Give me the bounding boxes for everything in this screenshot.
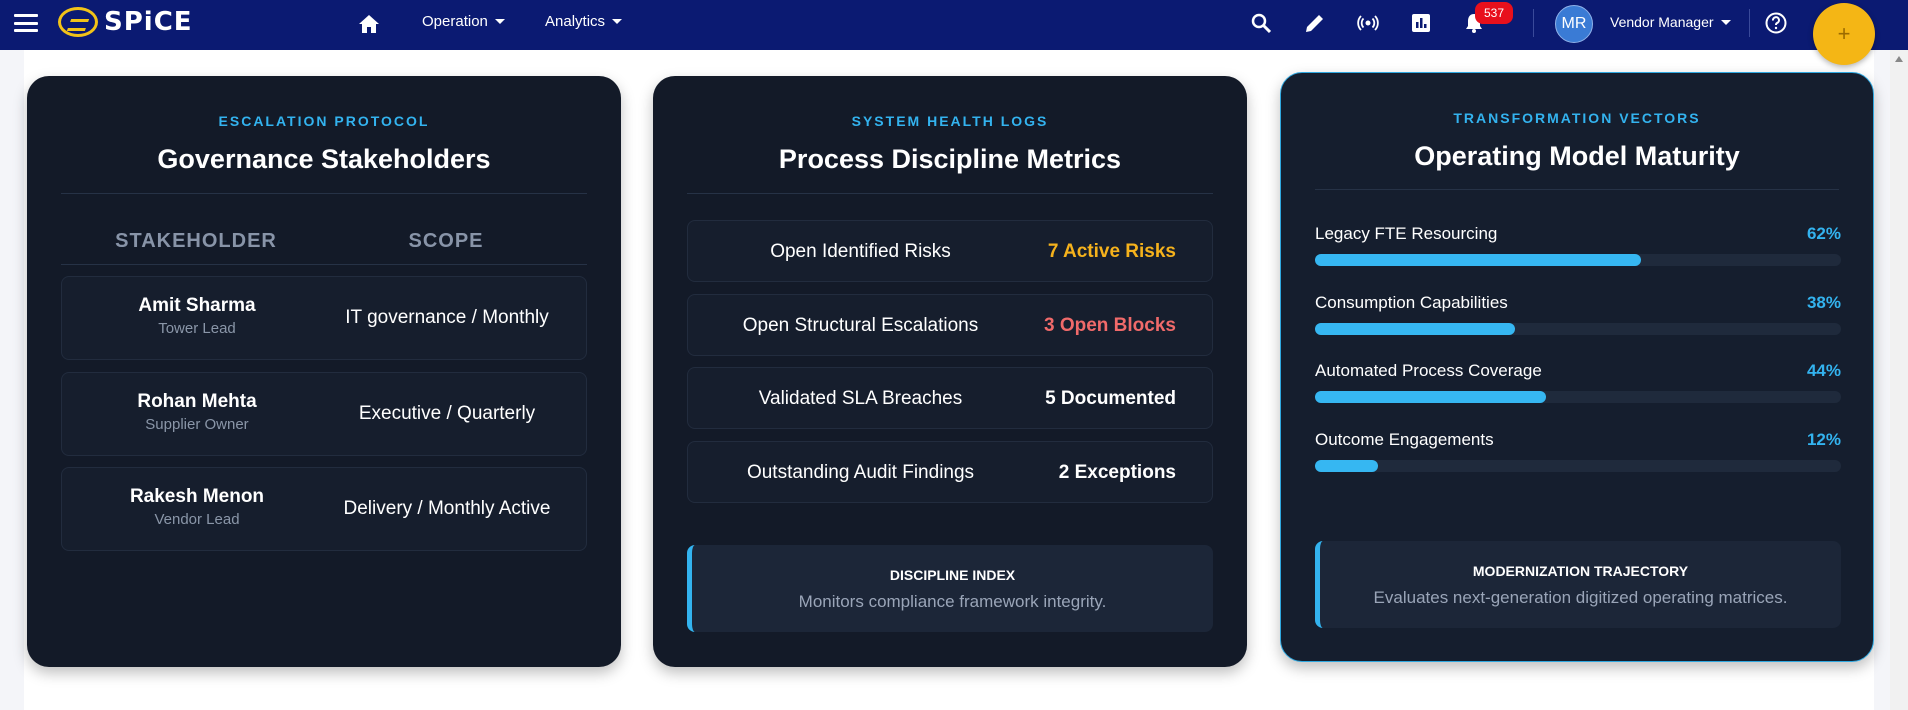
search-icon[interactable]	[1249, 11, 1273, 35]
progress-track	[1315, 323, 1841, 335]
maturity-card: TRANSFORMATION VECTORS Operating Model M…	[1280, 72, 1874, 662]
help-icon[interactable]	[1764, 11, 1788, 35]
menu-icon[interactable]	[14, 14, 38, 32]
progress-label: Outcome Engagements	[1315, 430, 1494, 449]
progress-track	[1315, 254, 1841, 266]
avatar[interactable]: MR	[1555, 5, 1593, 43]
home-icon[interactable]	[357, 13, 381, 35]
table-row: Rakesh Menon Vendor Lead Delivery / Mont…	[61, 467, 587, 551]
progress-fill	[1315, 323, 1515, 335]
metric-row: Validated SLA Breaches 5 Documented	[687, 367, 1213, 429]
progress-fill	[1315, 391, 1547, 403]
card-eyebrow: SYSTEM HEALTH LOGS	[851, 113, 1049, 129]
progress-track	[1315, 391, 1841, 403]
nav-analytics-label: Analytics	[545, 13, 606, 30]
divider	[1749, 9, 1750, 37]
divider	[687, 193, 1213, 194]
add-button[interactable]: +	[1813, 3, 1875, 65]
app-logo[interactable]: SPiCE	[58, 7, 193, 37]
info-title: MODERNIZATION TRAJECTORY	[1472, 563, 1689, 579]
progress-track	[1315, 460, 1841, 472]
chevron-down-icon	[612, 19, 623, 24]
metric-label: Validated SLA Breaches	[758, 388, 963, 409]
info-title: DISCIPLINE INDEX	[889, 567, 1016, 583]
stakeholder-scope: Delivery / Monthly Active	[343, 498, 551, 519]
pencil-icon[interactable]	[1303, 11, 1327, 35]
stakeholder-scope: Executive / Quarterly	[358, 403, 536, 424]
stakeholders-card: ESCALATION PROTOCOL Governance Stakehold…	[27, 76, 621, 667]
top-navbar: SPiCE Operation Analytics 537 MR Vendor …	[0, 0, 1908, 50]
progress-label: Automated Process Coverage	[1315, 361, 1542, 380]
progress-fill	[1315, 254, 1642, 266]
user-menu[interactable]: Vendor Manager	[1610, 14, 1731, 30]
metric-value: 3 Open Blocks	[1044, 315, 1176, 336]
divider	[61, 264, 587, 265]
metric-row: Open Structural Escalations 3 Open Block…	[687, 294, 1213, 356]
progress-item: Automated Process Coverage 44%	[1315, 361, 1841, 417]
divider	[1315, 189, 1839, 190]
metric-label: Outstanding Audit Findings	[746, 462, 975, 483]
divider	[1533, 9, 1534, 37]
progress-item: Legacy FTE Resourcing 62%	[1315, 224, 1841, 280]
card-title: Process Discipline Metrics	[778, 144, 1122, 174]
card-eyebrow: ESCALATION PROTOCOL	[218, 113, 430, 129]
progress-percent: 44%	[1806, 361, 1841, 380]
column-header-scope: SCOPE	[408, 230, 484, 252]
modernization-trajectory-box: MODERNIZATION TRAJECTORY Evaluates next-…	[1315, 541, 1841, 628]
metric-row: Open Identified Risks 7 Active Risks	[687, 220, 1213, 282]
stakeholder-name: Rakesh Menon	[129, 486, 265, 507]
table-row: Rohan Mehta Supplier Owner Executive / Q…	[61, 372, 587, 456]
user-role-label: Vendor Manager	[1610, 14, 1714, 30]
info-text: Monitors compliance framework integrity.	[798, 592, 1107, 611]
progress-percent: 12%	[1806, 430, 1841, 449]
discipline-index-box: DISCIPLINE INDEX Monitors compliance fra…	[687, 545, 1213, 632]
report-icon[interactable]	[1409, 11, 1433, 35]
progress-item: Outcome Engagements 12%	[1315, 430, 1841, 486]
metric-row: Outstanding Audit Findings 2 Exceptions	[687, 441, 1213, 503]
progress-percent: 62%	[1806, 224, 1841, 243]
nav-operation[interactable]: Operation	[422, 13, 505, 30]
chevron-down-icon	[494, 19, 505, 24]
stakeholder-role: Tower Lead	[158, 320, 236, 337]
notification-badge: 537	[1475, 2, 1513, 24]
progress-item: Consumption Capabilities 38%	[1315, 293, 1841, 349]
broadcast-icon[interactable]	[1356, 11, 1380, 35]
nav-operation-label: Operation	[422, 13, 488, 30]
card-title: Operating Model Maturity	[1414, 141, 1740, 171]
scrollbar[interactable]	[1890, 50, 1908, 710]
table-row: Amit Sharma Tower Lead IT governance / M…	[61, 276, 587, 360]
stakeholder-name: Amit Sharma	[138, 295, 256, 316]
metric-value: 2 Exceptions	[1058, 462, 1176, 483]
card-title: Governance Stakeholders	[157, 144, 491, 174]
progress-label: Consumption Capabilities	[1315, 293, 1508, 312]
stakeholder-name: Rohan Mehta	[137, 391, 257, 412]
info-text: Evaluates next-generation digitized oper…	[1373, 588, 1788, 607]
stakeholder-scope: IT governance / Monthly	[345, 307, 549, 328]
logo-text: SPiCE	[104, 7, 193, 37]
logo-mark-icon	[58, 7, 98, 37]
metrics-card: SYSTEM HEALTH LOGS Process Discipline Me…	[653, 76, 1247, 667]
metric-value: 7 Active Risks	[1047, 241, 1176, 262]
progress-fill	[1315, 460, 1379, 472]
metric-value: 5 Documented	[1045, 388, 1176, 409]
nav-analytics[interactable]: Analytics	[545, 13, 623, 30]
metric-label: Open Identified Risks	[770, 241, 951, 262]
scroll-up-icon[interactable]	[1895, 56, 1903, 62]
progress-label: Legacy FTE Resourcing	[1315, 224, 1498, 243]
stakeholder-role: Supplier Owner	[145, 416, 249, 433]
column-header-stakeholder: STAKEHOLDER	[115, 230, 277, 252]
stakeholder-role: Vendor Lead	[154, 511, 240, 528]
divider	[61, 193, 587, 194]
progress-percent: 38%	[1806, 293, 1841, 312]
card-eyebrow: TRANSFORMATION VECTORS	[1453, 110, 1701, 126]
metric-label: Open Structural Escalations	[742, 315, 979, 336]
chevron-down-icon	[1720, 19, 1731, 25]
